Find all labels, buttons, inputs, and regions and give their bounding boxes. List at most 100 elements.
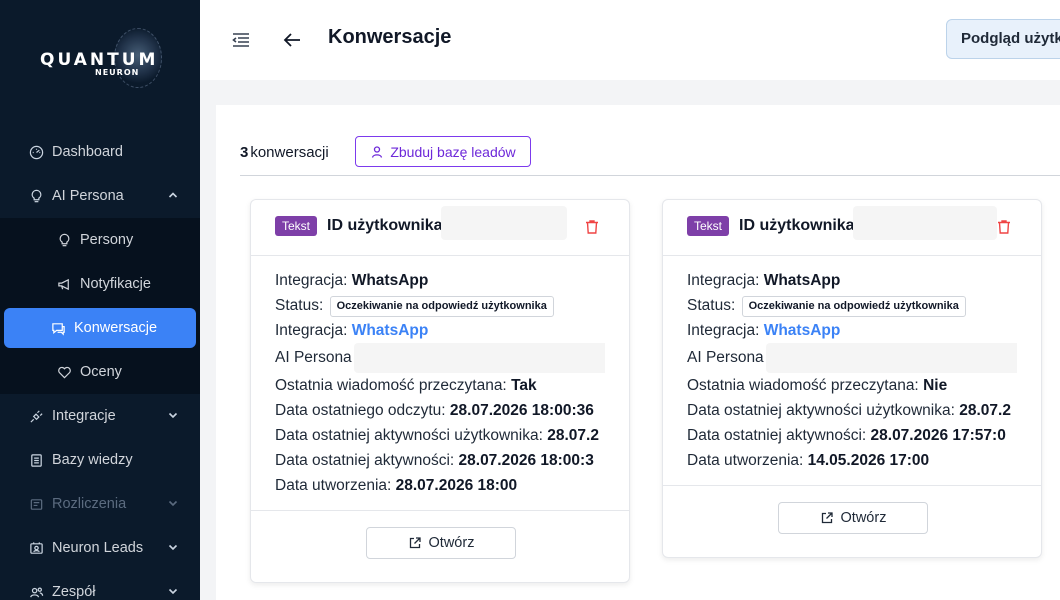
build-leads-button[interactable]: Zbuduj bazę leadów [355,136,531,167]
field-label: Data ostatniej aktywności: [275,452,455,469]
chat-icon [50,320,66,336]
chevron-down-icon[interactable] [166,540,180,554]
card-footer: Otwórz [251,510,629,582]
persona-value [766,343,1017,373]
persona-row: AI Persona [275,343,605,373]
sidebar-item-persony[interactable]: Persony [4,218,196,262]
receipt-icon [28,496,44,512]
user-icon [372,145,383,158]
integration-row: Integracja: WhatsApp [687,268,1017,293]
brand-logo[interactable]: QUANTUM NEURON [0,0,200,115]
sidebar-item-ai-persona[interactable]: AI Persona [0,174,200,218]
chevron-up-icon[interactable] [166,188,180,202]
sidebar-item-integracje[interactable]: Integracje [0,394,200,438]
page-title: Konwersacje [328,26,452,48]
sidebar-item-neuron-leads[interactable]: Neuron Leads [0,526,200,570]
ai-persona-submenu: Persony Notyfikacje Konwersacje Oceny [0,218,200,394]
sidebar-item-label: Konwersacje [74,320,158,336]
field-label: Ostatnia wiadomość przeczytana: [275,377,507,394]
field-label: Status: [687,297,736,314]
activity-row: Data ostatniej aktywności: 28.07.2026 17… [687,423,1017,448]
sidebar-item-label: Integracje [52,408,116,424]
field-label: Data ostatniej aktywności: [687,427,867,444]
open-button[interactable]: Otwórz [778,502,928,534]
last-read-row: Data ostatniego odczytu: 28.07.2026 18:0… [275,398,605,423]
field-label: AI Persona [687,349,764,367]
sidebar-item-label: Notyfikacje [80,276,151,292]
created-value: 28.07.2026 18:00 [395,477,518,494]
persona-value [354,343,605,373]
divider [240,175,1060,176]
user-activity-row: Data ostatniej aktywności użytkownika: 2… [275,423,605,448]
external-link-icon [409,537,421,549]
trash-icon[interactable] [583,218,601,236]
status-row: Status: Oczekiwanie na odpowiedź użytkow… [687,293,1017,318]
gauge-icon [28,144,44,160]
created-value: 14.05.2026 17:00 [807,452,930,469]
chevron-down-icon[interactable] [166,408,180,422]
type-tag: Tekst [687,216,730,236]
field-label: Data ostatniego odczytu: [275,402,446,419]
card-body: Integracja: WhatsApp Status: Oczekiwanie… [251,256,629,510]
persona-row: AI Persona [687,343,1017,373]
chevron-down-icon [166,496,180,510]
user-activity-value: 28.07.2 [959,402,1011,419]
open-label: Otwórz [840,510,887,526]
count-number: 3 [240,143,249,161]
brand-sub: NEURON [95,68,140,77]
heart-icon [56,364,72,380]
card-header: Tekst ID użytkownika [663,200,1041,256]
read-row: Ostatnia wiadomość przeczytana: Tak [275,373,605,398]
read-value: Tak [511,377,537,394]
sidebar: QUANTUM NEURON Dashboard AI Persona Pers… [0,0,200,600]
sidebar-item-label: Rozliczenia [52,496,127,512]
integration-row: Integracja: WhatsApp [275,268,605,293]
back-arrow-icon[interactable] [280,28,304,52]
brand-name: QUANTUM [40,50,159,70]
card-header: Tekst ID użytkownika [251,200,629,256]
menu-toggle-icon[interactable] [230,29,252,51]
sidebar-item-label: Persony [80,232,134,248]
chevron-down-icon[interactable] [166,584,180,598]
integration-link[interactable]: WhatsApp [352,322,429,339]
user-id-value [853,206,997,240]
status-badge: Oczekiwanie na odpowiedź użytkownika [329,296,554,317]
sidebar-item-notyfikacje[interactable]: Notyfikacje [4,262,196,306]
type-tag: Tekst [275,216,318,236]
last-read-value: 28.07.2026 18:00:36 [449,402,594,419]
conversation-card: Tekst ID użytkownika Integracja: WhatsAp… [662,199,1042,558]
sidebar-item-konwersacje[interactable]: Konwersacje [4,308,196,348]
sidebar-item-bazy-wiedzy[interactable]: Bazy wiedzy [0,438,200,482]
sidebar-item-oceny[interactable]: Oceny [4,350,196,394]
sidebar-item-label: AI Persona [52,188,124,204]
user-id-label: ID użytkownika [739,217,855,234]
open-label: Otwórz [428,535,475,551]
main-content: 3 konwersacji Zbuduj bazę leadów Tekst I… [216,105,1060,600]
top-bar: Konwersacje Podgląd użytk [200,0,1060,80]
status-badge: Oczekiwanie na odpowiedź użytkownika [741,296,966,317]
activity-value: 28.07.2026 18:00:3 [458,452,594,469]
sidebar-item-label: Bazy wiedzy [52,452,133,468]
conversation-count: 3 konwersacji [240,136,329,168]
user-preview-button[interactable]: Podgląd użytk [946,19,1060,59]
field-label: Data ostatniej aktywności użytkownika: [275,427,543,444]
read-row: Ostatnia wiadomość przeczytana: Nie [687,373,1017,398]
user-activity-value: 28.07.2 [547,427,599,444]
field-label: AI Persona [275,349,352,367]
sidebar-item-zespol[interactable]: Zespół [0,570,200,600]
activity-value: 28.07.2026 17:57:0 [870,427,1006,444]
sidebar-item-dashboard[interactable]: Dashboard [0,130,200,174]
sidebar-item-label: Neuron Leads [52,540,144,556]
card-body: Integracja: WhatsApp Status: Oczekiwanie… [663,256,1041,485]
integration-link-row: Integracja: WhatsApp [275,318,605,343]
trash-icon[interactable] [995,218,1013,236]
integration-link[interactable]: WhatsApp [764,322,841,339]
open-button[interactable]: Otwórz [366,527,516,559]
field-label: Data utworzenia: [275,477,392,494]
created-row: Data utworzenia: 28.07.2026 18:00 [275,473,605,498]
sidebar-item-label: Zespół [52,584,96,600]
sidebar-item-label: Oceny [80,364,122,380]
team-icon [28,584,44,600]
external-link-icon [821,512,833,524]
sidebar-item-rozliczenia: Rozliczenia [0,482,200,526]
